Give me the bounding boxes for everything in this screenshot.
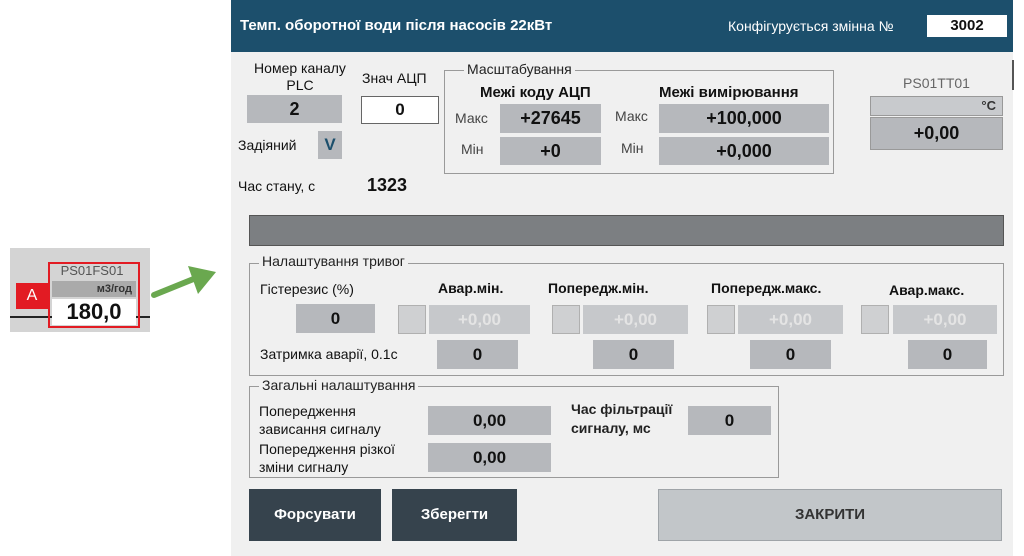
adc-limits-header: Межі коду АЦП: [480, 84, 591, 101]
state-time-value: 1323: [367, 175, 408, 195]
widget-tag: PS01FS01: [60, 263, 124, 278]
adc-value: 0: [361, 96, 439, 124]
meas-max-field[interactable]: +100,000: [659, 104, 829, 133]
alarm-col-header: Попередж.мін.: [548, 280, 649, 296]
sensor-unit: °C: [870, 96, 1003, 116]
filter-time-field[interactable]: 0: [688, 406, 771, 435]
scrollbar[interactable]: [1012, 60, 1014, 90]
widget-unit: м3/год: [52, 281, 136, 297]
enabled-checkbox[interactable]: V: [318, 131, 342, 159]
force-button[interactable]: Форсувати: [249, 489, 381, 541]
plc-channel-value[interactable]: 2: [247, 95, 342, 123]
adc-label: Знач АЦП: [362, 70, 427, 86]
sensor-tag: PS01TT01: [903, 75, 970, 91]
signal-bar: [249, 215, 1004, 246]
config-variable-label: Конфігурується змінна №: [728, 18, 894, 34]
hysteresis-field[interactable]: 0: [296, 304, 375, 333]
alarm-delay-field[interactable]: 0: [437, 340, 518, 369]
dialog-title: Темп. оборотної води після насосів 22кВт: [240, 17, 553, 34]
alarm-delay-field[interactable]: 0: [908, 340, 987, 369]
save-button[interactable]: Зберегти: [392, 489, 517, 541]
alarm-col-header: Попередж.макс.: [711, 280, 822, 296]
alarm-settings-title: Налаштування тривог: [259, 253, 408, 269]
adc-min-field[interactable]: +0: [500, 137, 601, 165]
arrow-right-icon: [151, 266, 216, 298]
meas-min-label: Мін: [621, 140, 644, 156]
scaling-group-title: Масштабування: [464, 61, 575, 77]
close-button[interactable]: ЗАКРИТИ: [658, 489, 1002, 541]
alarm-col-header: Авар.макс.: [889, 282, 965, 298]
alarm-col-header: Авар.мін.: [438, 280, 504, 296]
alarm-threshold-field[interactable]: +0,00: [738, 305, 843, 334]
widget-value[interactable]: 180,0: [52, 299, 136, 325]
sharp-change-label: Попередження різкої зміни сигналу: [259, 441, 396, 475]
filter-time-label: Час фільтрації сигналу, мс: [571, 401, 673, 436]
alarm-delay-field[interactable]: 0: [750, 340, 831, 369]
alarm-delay-label: Затримка аварії, 0.1с: [260, 346, 398, 362]
hysteresis-label: Гістерезис (%): [260, 281, 354, 297]
config-variable-number[interactable]: 3002: [927, 15, 1007, 37]
adc-min-label: Мін: [461, 141, 484, 157]
adc-max-label: Макс: [455, 110, 488, 126]
general-settings-title: Загальні налаштування: [259, 377, 419, 393]
meas-max-label: Макс: [615, 108, 648, 124]
stuck-warning-label: Попередження зависання сигналу: [259, 403, 381, 437]
alarm-threshold-field[interactable]: +0,00: [583, 305, 688, 334]
meas-limits-header: Межі вимірювання: [659, 84, 799, 101]
alarm-enable-checkbox[interactable]: [398, 305, 426, 334]
enabled-label: Задіяний: [238, 137, 297, 153]
alarm-threshold-field[interactable]: +0,00: [429, 305, 530, 334]
alarm-enable-checkbox[interactable]: [707, 305, 735, 334]
alarm-badge: A: [16, 283, 48, 309]
alarm-enable-checkbox[interactable]: [552, 305, 580, 334]
meas-min-field[interactable]: +0,000: [659, 137, 829, 165]
alarm-threshold-field[interactable]: +0,00: [893, 305, 997, 334]
state-time-label: Час стану, с: [238, 178, 316, 194]
stuck-warning-field[interactable]: 0,00: [428, 406, 551, 435]
adc-max-field[interactable]: +27645: [500, 104, 601, 133]
sensor-value[interactable]: +0,00: [870, 117, 1003, 150]
sharp-change-field[interactable]: 0,00: [428, 443, 551, 472]
plc-channel-label: Номер каналу PLC: [254, 60, 346, 93]
alarm-enable-checkbox[interactable]: [861, 305, 889, 334]
alarm-delay-field[interactable]: 0: [593, 340, 674, 369]
